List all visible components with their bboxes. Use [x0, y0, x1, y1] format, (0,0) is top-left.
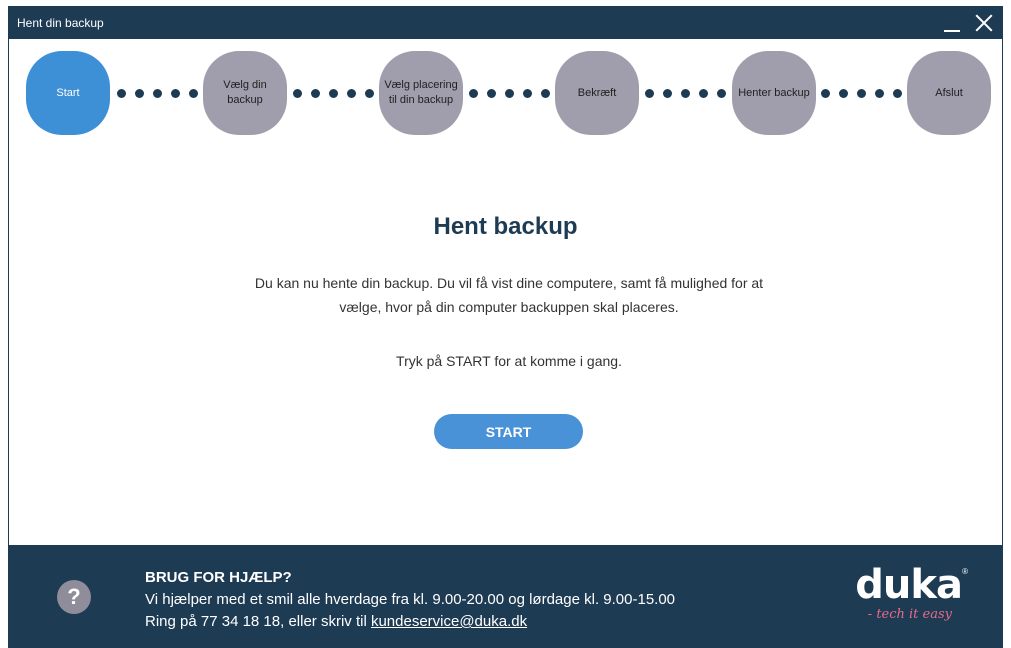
help-contact-text: Ring på 77 34 18 18, eller skriv til	[145, 613, 371, 630]
step-dot	[523, 89, 532, 98]
question-mark-icon[interactable]: ?	[57, 580, 91, 614]
step-dot	[469, 89, 478, 98]
step-dot	[189, 89, 198, 98]
help-hours: Vi hjælper med et smil alle hverdage fra…	[145, 591, 676, 608]
instruction-text: Tryk på START for at komme i gang.	[396, 353, 622, 369]
step-dot	[505, 89, 514, 98]
description-line-1: Du kan nu hente din backup. Du vil få vi…	[254, 275, 764, 291]
step-dot	[663, 89, 672, 98]
help-footer: ? BRUG FOR HJÆLP? Vi hjælper med et smil…	[9, 545, 1002, 647]
step-dot	[293, 89, 302, 98]
close-icon[interactable]	[972, 11, 996, 35]
step-dot	[645, 89, 654, 98]
step-start: Start	[26, 51, 110, 135]
logo-wordmark: duka	[855, 562, 963, 608]
progress-steps: Start Vælg din backup Vælg placering til…	[9, 39, 1002, 149]
registered-mark: ®	[962, 567, 968, 576]
step-dot	[699, 89, 708, 98]
step-choose-location: Vælg placering til din backup	[379, 51, 463, 135]
duka-logo: duka ® - tech it easy	[852, 562, 968, 633]
step-dot	[875, 89, 884, 98]
step-dot	[681, 89, 690, 98]
step-dot	[365, 89, 374, 98]
step-dot	[821, 89, 830, 98]
page-title: Hent backup	[433, 213, 578, 240]
description-line-2: vælge, hvor på din computer backuppen sk…	[339, 299, 679, 315]
logo-tagline: - tech it easy	[867, 607, 952, 622]
email-link[interactable]: kundeservice@duka.dk	[371, 613, 527, 630]
step-dot	[171, 89, 180, 98]
start-button[interactable]: START	[434, 414, 583, 449]
help-contact: Ring på 77 34 18 18, eller skriv til kun…	[145, 613, 527, 630]
step-finish: Afslut	[907, 51, 991, 135]
step-fetching-backup: Henter backup	[732, 51, 816, 135]
step-dot	[153, 89, 162, 98]
step-dot	[857, 89, 866, 98]
app-window: Hent din backup Start Vælg din backup Væ…	[8, 6, 1003, 648]
step-dot	[311, 89, 320, 98]
step-choose-backup: Vælg din backup	[203, 51, 287, 135]
step-dot	[347, 89, 356, 98]
title-bar: Hent din backup	[9, 7, 1002, 39]
minimize-icon[interactable]	[942, 11, 962, 35]
step-dot	[329, 89, 338, 98]
step-dot	[117, 89, 126, 98]
help-heading: BRUG FOR HJÆLP?	[145, 569, 292, 586]
step-dot	[135, 89, 144, 98]
step-dot	[717, 89, 726, 98]
step-confirm: Bekræft	[555, 51, 639, 135]
window-title: Hent din backup	[17, 16, 104, 30]
step-dot	[839, 89, 848, 98]
step-dot	[487, 89, 496, 98]
step-dot	[541, 89, 550, 98]
step-dot	[893, 89, 902, 98]
